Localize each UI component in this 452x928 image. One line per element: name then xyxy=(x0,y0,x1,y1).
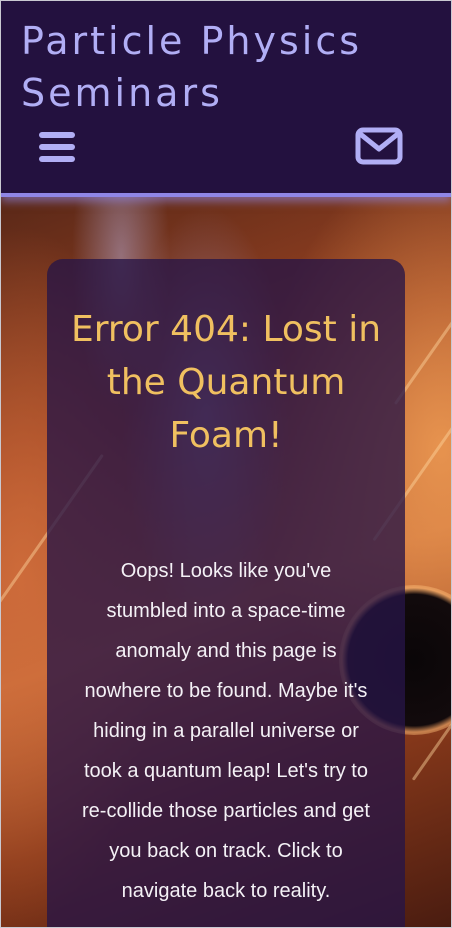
menu-bar-bottom xyxy=(39,156,75,162)
envelope-icon-graphic xyxy=(355,127,403,165)
site-header: Particle Physics Seminars xyxy=(1,1,451,197)
envelope-icon[interactable] xyxy=(355,127,403,165)
error-message[interactable]: Oops! Looks like you've stumbled into a … xyxy=(79,551,373,911)
site-title[interactable]: Particle Physics Seminars xyxy=(21,15,441,119)
menu-bar-middle xyxy=(39,144,75,150)
hamburger-menu-icon[interactable] xyxy=(39,129,79,167)
menu-bar-top xyxy=(39,132,75,138)
browser-viewport: Particle Physics Seminars Error 404: Los… xyxy=(0,0,452,928)
error-title: Error 404: Lost in the Quantum Foam! xyxy=(70,309,382,456)
error-card: Error 404: Lost in the Quantum Foam! Oop… xyxy=(47,259,405,927)
